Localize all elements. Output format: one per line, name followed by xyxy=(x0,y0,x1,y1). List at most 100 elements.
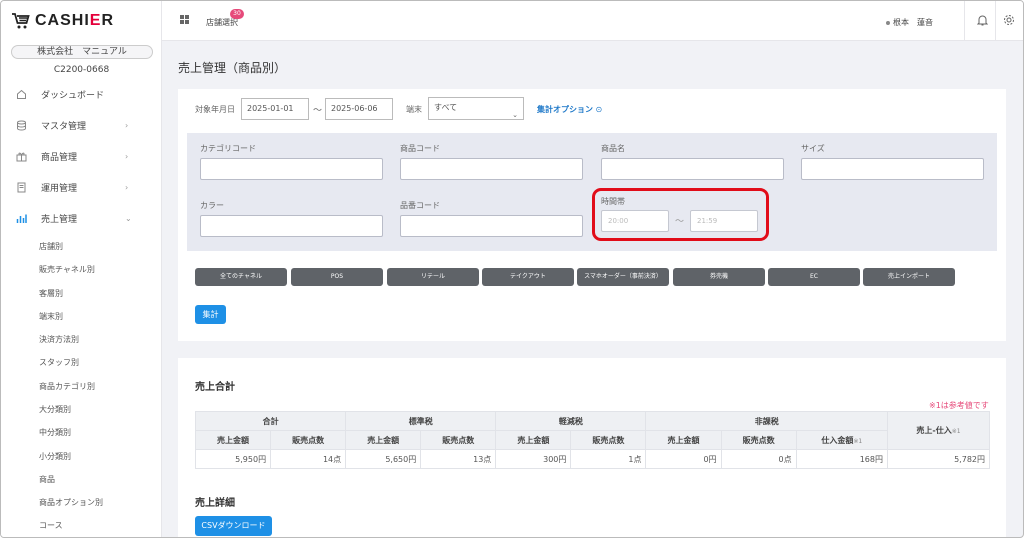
divider xyxy=(964,1,965,41)
sidebar-subitem-category[interactable]: 商品カテゴリ別 xyxy=(39,381,95,392)
sidebar-subitem-customer[interactable]: 客層別 xyxy=(39,288,63,299)
topbar: 店舗選択 30 根本 蓮音 xyxy=(162,1,1023,41)
channel-mobile-order-button[interactable]: スマホオーダー（事前決済） xyxy=(577,268,669,286)
size-input[interactable] xyxy=(801,158,984,180)
sidebar-subitem-staff[interactable]: スタッフ別 xyxy=(39,357,79,368)
channel-takeout-button[interactable]: テイクアウト xyxy=(482,268,574,286)
item-code-input[interactable] xyxy=(400,215,583,237)
aggregate-options-link[interactable]: 集計オプション ⊙ xyxy=(537,104,602,115)
terminal-select[interactable]: すべて ⌄ xyxy=(428,97,524,120)
table-cell: 5,650円 xyxy=(345,449,422,469)
column-header: 販売点数 xyxy=(270,430,347,450)
sidebar-subitem-small-class[interactable]: 小分類別 xyxy=(39,451,71,462)
sidebar-item-label: 運用管理 xyxy=(41,183,78,194)
sidebar-item-products[interactable]: 商品管理 › xyxy=(1,146,162,166)
cart-logo-icon xyxy=(12,13,30,29)
sidebar-subitem-payment[interactable]: 決済方法別 xyxy=(39,334,79,345)
chevron-right-icon: › xyxy=(125,151,129,161)
grid-menu-icon[interactable] xyxy=(180,15,189,24)
column-header: 売上金額 xyxy=(194,430,272,450)
detail-title: 売上詳細 xyxy=(195,498,235,509)
sidebar-subitem-middle-class[interactable]: 中分類別 xyxy=(39,427,71,438)
sidebar-subitem-store[interactable]: 店舗別 xyxy=(39,241,63,252)
group-header: 非課税 xyxy=(645,411,888,431)
table-cell: 13点 xyxy=(420,449,497,469)
company-code: C2200-0668 xyxy=(53,65,110,75)
column-header: 仕入金額※1 xyxy=(795,430,889,450)
date-to-input[interactable]: 2025-06-06 xyxy=(325,98,393,120)
channel-ticket-machine-button[interactable]: 券売機 xyxy=(673,268,765,286)
table-cell: 1点 xyxy=(570,449,647,469)
table-header-row: 売上金額 販売点数 売上金額 販売点数 売上金額 販売点数 売上金額 販売点数 … xyxy=(194,430,990,450)
size-label: サイズ xyxy=(801,144,825,153)
user-status-icon xyxy=(886,20,890,25)
product-code-input[interactable] xyxy=(400,158,583,180)
table-row: 5,950円 14点 5,650円 13点 300円 1点 0円 0点 168円… xyxy=(194,449,990,469)
reference-note: ※1は参考値です xyxy=(929,401,989,410)
category-code-input[interactable] xyxy=(200,158,383,180)
terminal-select-value: すべて xyxy=(434,103,458,112)
channel-pos-button[interactable]: POS xyxy=(291,268,383,286)
aggregate-button[interactable]: 集計 xyxy=(195,305,226,324)
column-header: 販売点数 xyxy=(420,430,497,450)
table-header-row: 合計 標準税 軽減税 非課税 売上-仕入※1 xyxy=(194,411,990,450)
user-menu[interactable]: 根本 蓮音 xyxy=(886,17,933,28)
product-code-label: 商品コード xyxy=(400,144,440,153)
user-name: 根本 蓮音 xyxy=(893,18,933,27)
channel-retail-button[interactable]: リテール xyxy=(387,268,479,286)
item-code-label: 品番コード xyxy=(400,201,440,210)
gift-icon xyxy=(16,151,27,162)
sidebar-subitem-course[interactable]: コース xyxy=(39,520,63,531)
bell-icon[interactable] xyxy=(976,14,988,26)
chevron-right-icon: › xyxy=(125,120,129,130)
terminal-label: 端末 xyxy=(406,105,422,114)
gear-icon[interactable] xyxy=(1003,14,1015,26)
channel-all-button[interactable]: 全てのチャネル xyxy=(195,268,287,286)
sidebar-subitem-product[interactable]: 商品 xyxy=(39,474,55,485)
date-from-input[interactable]: 2025-01-01 xyxy=(241,98,309,120)
logo[interactable]: CASHIER xyxy=(11,10,114,32)
aggregate-options-label: 集計オプション xyxy=(537,105,593,114)
table-cell: 5,782円 xyxy=(887,449,990,469)
summary-table: 合計 標準税 軽減税 非課税 売上-仕入※1 売上金額 販売点数 売上金額 販売… xyxy=(194,411,990,469)
chevron-right-icon: › xyxy=(125,182,129,192)
channel-import-button[interactable]: 売上インポート xyxy=(863,268,955,286)
profit-header: 売上-仕入※1 xyxy=(887,411,990,450)
channel-ec-button[interactable]: EC xyxy=(768,268,860,286)
sidebar-item-label: マスタ管理 xyxy=(41,121,87,132)
sidebar-item-sales[interactable]: 売上管理 ⌄ xyxy=(1,208,162,228)
sidebar-item-label: 売上管理 xyxy=(41,214,78,225)
sidebar-subitem-terminal[interactable]: 端末別 xyxy=(39,311,63,322)
column-header: 販売点数 xyxy=(720,430,797,450)
home-icon xyxy=(16,89,27,100)
sidebar-item-dashboard[interactable]: ダッシュボード xyxy=(1,84,162,104)
database-icon xyxy=(16,120,27,131)
column-header: 売上金額 xyxy=(645,430,722,450)
column-header: 販売点数 xyxy=(570,430,647,450)
table-cell: 14点 xyxy=(270,449,347,469)
sidebar-item-operations[interactable]: 運用管理 › xyxy=(1,177,162,197)
sidebar-subitem-channel[interactable]: 販売チャネル別 xyxy=(39,264,95,275)
summary-title: 売上合計 xyxy=(195,382,235,393)
product-name-input[interactable] xyxy=(601,158,784,180)
table-cell: 168円 xyxy=(795,449,889,469)
column-header: 売上金額 xyxy=(345,430,422,450)
group-header: 標準税 xyxy=(345,411,497,431)
document-icon xyxy=(16,182,27,193)
category-code-label: カテゴリコード xyxy=(200,144,256,153)
table-cell: 0点 xyxy=(720,449,797,469)
color-input[interactable] xyxy=(200,215,383,237)
table-cell: 300円 xyxy=(495,449,572,469)
sidebar-item-label: 商品管理 xyxy=(41,152,78,163)
sidebar-subitem-product-option[interactable]: 商品オプション別 xyxy=(39,497,103,508)
table-cell: 0円 xyxy=(645,449,722,469)
company-name: 株式会社 マニュアル xyxy=(11,45,153,59)
color-label: カラー xyxy=(200,201,224,210)
product-name-label: 商品名 xyxy=(601,144,625,153)
store-count-badge: 30 xyxy=(230,9,244,19)
sidebar-item-master[interactable]: マスタ管理 › xyxy=(1,115,162,135)
sidebar-subitem-large-class[interactable]: 大分類別 xyxy=(39,404,71,415)
date-separator: 〜 xyxy=(313,106,323,116)
logo-text: CASHIER xyxy=(35,12,115,29)
csv-download-button[interactable]: CSVダウンロード xyxy=(195,516,272,536)
